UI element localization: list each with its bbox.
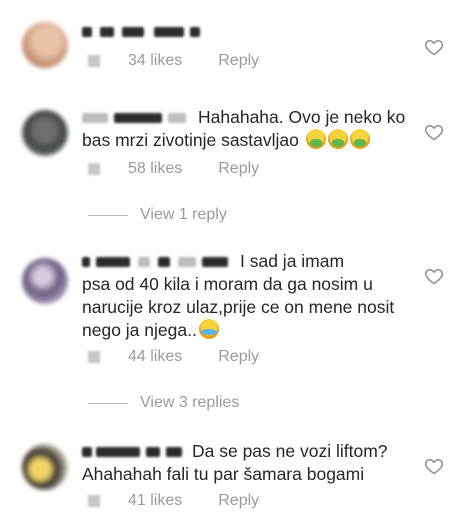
comment-line: Da se pas ne vozi liftom?: [192, 441, 388, 461]
comment-text: Hahahaha. Ovo je neko ko bas mrzi zivoti…: [82, 106, 422, 152]
nauseated-face-icon: [327, 129, 348, 149]
nauseated-face-icon: [349, 129, 370, 149]
nauseated-face-icon: [305, 129, 326, 149]
avatar[interactable]: [22, 22, 68, 68]
like-heart-icon[interactable]: [424, 266, 444, 286]
timestamp-redacted: [88, 163, 100, 175]
username-redacted[interactable]: [82, 110, 192, 126]
divider: [88, 214, 128, 216]
reply-button[interactable]: Reply: [218, 52, 259, 70]
timestamp-redacted: [88, 495, 100, 507]
comment-line: psa od 40 kila i moram da ga nosim u: [82, 274, 373, 294]
username-redacted[interactable]: [82, 24, 202, 40]
view-replies-button[interactable]: View 3 replies: [88, 394, 239, 412]
view-replies-label: View 3 replies: [140, 394, 240, 411]
comment-meta: 44 likes Reply: [88, 348, 259, 366]
comment-line: Hahahaha. Ovo je neko ko: [198, 107, 406, 127]
comment-text: I sad ja imam psa od 40 kila i moram da …: [82, 250, 422, 342]
likes-count[interactable]: 58 likes: [128, 160, 182, 178]
likes-count[interactable]: 44 likes: [128, 348, 182, 366]
comment-line: Ahahahah fali tu par šamara bogami: [82, 464, 365, 484]
like-heart-icon[interactable]: [424, 456, 444, 476]
comment-line: nego ja njega..: [82, 320, 197, 340]
comment-meta: 58 likes Reply: [88, 160, 259, 178]
tears-of-joy-icon: [198, 319, 219, 339]
timestamp-redacted: [88, 55, 100, 67]
comment-meta: 41 likes Reply: [88, 492, 259, 510]
reply-button[interactable]: Reply: [218, 492, 259, 510]
like-heart-icon[interactable]: [424, 122, 444, 142]
comment-text: Da se pas ne vozi liftom? Ahahahah fali …: [82, 440, 422, 486]
avatar[interactable]: [22, 110, 68, 156]
reply-button[interactable]: Reply: [218, 160, 259, 178]
avatar[interactable]: [22, 444, 68, 490]
comment-line: narucije kroz ulaz,prije ce on mene nosi…: [82, 297, 395, 317]
view-replies-button[interactable]: View 1 reply: [88, 206, 227, 224]
timestamp-redacted: [88, 351, 100, 363]
likes-count[interactable]: 34 likes: [128, 52, 182, 70]
reply-button[interactable]: Reply: [218, 348, 259, 366]
view-replies-label: View 1 reply: [140, 206, 227, 223]
comment-line: I sad ja imam: [240, 251, 345, 271]
avatar[interactable]: [22, 258, 68, 304]
like-heart-icon[interactable]: [424, 37, 444, 57]
likes-count[interactable]: 41 likes: [128, 492, 182, 510]
username-redacted[interactable]: [82, 254, 234, 270]
divider: [88, 402, 128, 404]
username-redacted[interactable]: [82, 444, 186, 460]
comment-line: bas mrzi zivotinje sastavljao: [82, 130, 299, 150]
comment-text: [82, 20, 422, 43]
comment-meta: 34 likes Reply: [88, 52, 259, 70]
